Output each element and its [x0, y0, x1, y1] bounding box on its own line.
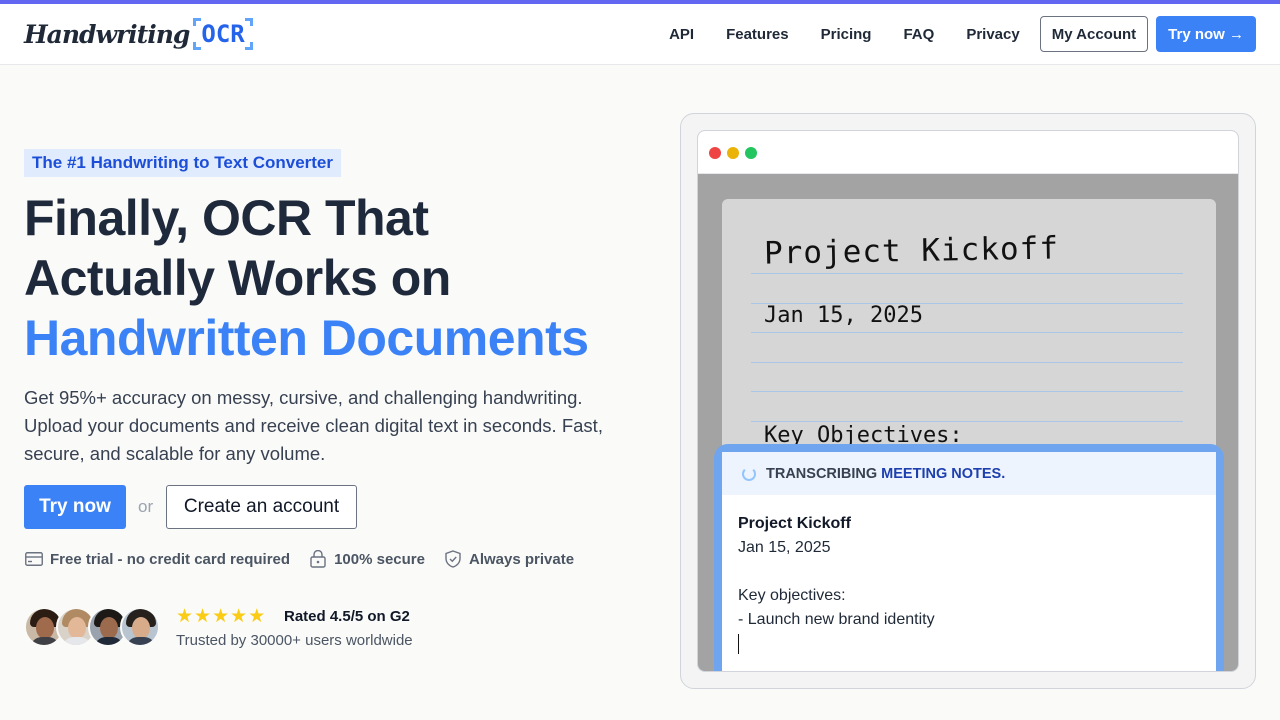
trusted-label: Trusted by 30000+ users worldwide: [176, 632, 413, 649]
feature-label: 100% secure: [334, 550, 425, 568]
nav-link-faq[interactable]: FAQ: [903, 26, 934, 43]
hero-description: Get 95%+ accuracy on messy, cursive, and…: [24, 387, 603, 464]
create-account-button[interactable]: Create an account: [166, 485, 357, 529]
nav-link-api[interactable]: API: [669, 26, 694, 43]
text-caret: [738, 634, 739, 654]
hero-badge: The #1 Handwriting to Text Converter: [24, 149, 342, 177]
transcript-date: Jan 15, 2025: [738, 539, 831, 556]
window-titlebar: [698, 131, 1238, 174]
logo-ocr-text: OCR: [193, 18, 253, 50]
feature-free-trial: Free trial - no credit card required: [24, 549, 290, 569]
or-separator: or: [138, 497, 154, 516]
star-icon: ★: [176, 606, 194, 627]
feature-secure: 100% secure: [308, 549, 425, 569]
loading-spinner-icon: [742, 466, 756, 481]
star-icon: ★: [194, 606, 212, 627]
try-now-nav-button[interactable]: Try now →: [1156, 16, 1256, 52]
close-dot-icon: [709, 147, 721, 159]
transcript-item: - Launch new brand identity: [738, 611, 935, 628]
handwriting-date: Jan 15, 2025: [764, 303, 923, 328]
transcription-panel: TRANSCRIBING MEETING NOTES. Project Kick…: [714, 444, 1224, 671]
logo[interactable]: Handwriting OCR: [24, 16, 253, 52]
site-header: Handwriting OCR API Features Pricing FAQ…: [0, 4, 1280, 65]
transcription-status: TRANSCRIBING MEETING NOTES.: [722, 452, 1216, 495]
user-avatars: [24, 607, 160, 647]
handwriting-title: Project Kickoff: [763, 230, 1060, 272]
nav-link-features[interactable]: Features: [726, 26, 789, 43]
logo-script-text: Handwriting: [24, 19, 190, 49]
lock-icon: [308, 549, 328, 569]
nav-link-pricing[interactable]: Pricing: [821, 26, 872, 43]
rating-stars: ★ ★ ★ ★ ★: [176, 607, 266, 627]
main-nav: API Features Pricing FAQ Privacy My Acco…: [669, 16, 1256, 52]
feature-label: Free trial - no credit card required: [50, 550, 291, 568]
demo-window: Project Kickoff Jan 15, 2025 Key Objecti…: [697, 130, 1239, 672]
hero-title: Finally, OCR That Actually Works on Hand…: [24, 188, 644, 368]
avatar: [120, 607, 160, 647]
transcript-objectives-label: Key objectives:: [738, 587, 846, 604]
shield-check-icon: [443, 549, 463, 569]
star-icon: ★: [230, 606, 248, 627]
hero-title-line2: Actually Works on: [24, 250, 451, 306]
rating-label: Rated 4.5/5 on G2: [284, 608, 410, 625]
nav-link-privacy[interactable]: Privacy: [966, 26, 1019, 43]
feature-private: Always private: [443, 549, 574, 569]
try-now-button[interactable]: Try now: [24, 485, 126, 529]
hero-title-line1: Finally, OCR That: [24, 190, 429, 246]
maximize-dot-icon: [745, 147, 757, 159]
feature-list: Free trial - no credit card required 100…: [24, 548, 592, 570]
star-icon: ★: [212, 606, 230, 627]
feature-label: Always private: [468, 550, 575, 568]
star-icon: ★: [248, 606, 266, 627]
transcript-output: Project Kickoff Jan 15, 2025 Key objecti…: [738, 512, 1198, 654]
my-account-button[interactable]: My Account: [1039, 16, 1149, 52]
credit-card-icon: [24, 549, 44, 569]
status-document: MEETING NOTES.: [881, 465, 1006, 482]
hero-title-highlight: Handwritten Documents: [24, 310, 589, 366]
status-prefix: TRANSCRIBING: [766, 465, 878, 482]
minimize-dot-icon: [727, 147, 739, 159]
transcript-title: Project Kickoff: [738, 515, 851, 532]
